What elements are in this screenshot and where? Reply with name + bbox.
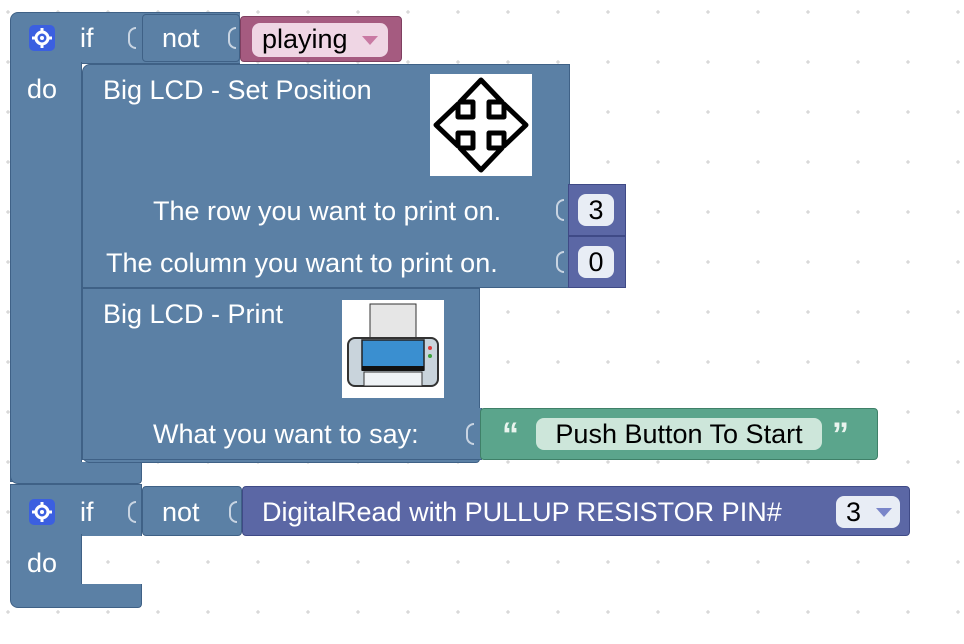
- open-quote-icon: “: [502, 416, 519, 454]
- set-position-title: Big LCD - Set Position: [103, 75, 372, 105]
- text-field[interactable]: Push Button To Start: [536, 418, 822, 450]
- if-block-1-spine: [10, 62, 82, 482]
- not-label: not: [162, 497, 200, 527]
- variable-dropdown[interactable]: playing: [252, 23, 388, 57]
- if-label: if: [80, 23, 94, 53]
- input-socket: [466, 423, 474, 445]
- print-title: Big LCD - Print: [103, 299, 284, 329]
- move-arrows-icon: [430, 74, 532, 176]
- pin-dropdown[interactable]: 3: [836, 496, 900, 528]
- say-label: What you want to say:: [153, 419, 419, 449]
- column-label: The column you want to print on.: [106, 248, 498, 278]
- input-socket: [128, 501, 136, 523]
- input-socket: [229, 501, 237, 523]
- gear-icon[interactable]: [29, 499, 55, 525]
- pin-value: 3: [846, 497, 862, 527]
- input-socket: [228, 27, 236, 49]
- if-block-2-footer: [10, 584, 142, 608]
- not-label: not: [162, 23, 200, 53]
- chevron-down-icon: [362, 36, 378, 45]
- gear-icon[interactable]: [29, 25, 55, 51]
- input-socket: [556, 199, 564, 221]
- do-label: do: [27, 548, 58, 578]
- variable-name: playing: [262, 24, 348, 54]
- close-quote-icon: ”: [832, 416, 849, 454]
- if-label: if: [80, 497, 94, 527]
- row-number-field[interactable]: 3: [578, 194, 614, 226]
- chevron-down-icon: [876, 508, 892, 517]
- digital-read-label: DigitalRead with PULLUP RESISTOR PIN#: [262, 497, 782, 527]
- if-block-1-footer: [10, 462, 142, 484]
- input-socket: [556, 251, 564, 273]
- do-label: do: [27, 74, 58, 104]
- row-label: The row you want to print on.: [153, 196, 502, 226]
- input-socket: [128, 27, 136, 49]
- column-number-field[interactable]: 0: [578, 246, 614, 278]
- printer-icon: [342, 300, 444, 398]
